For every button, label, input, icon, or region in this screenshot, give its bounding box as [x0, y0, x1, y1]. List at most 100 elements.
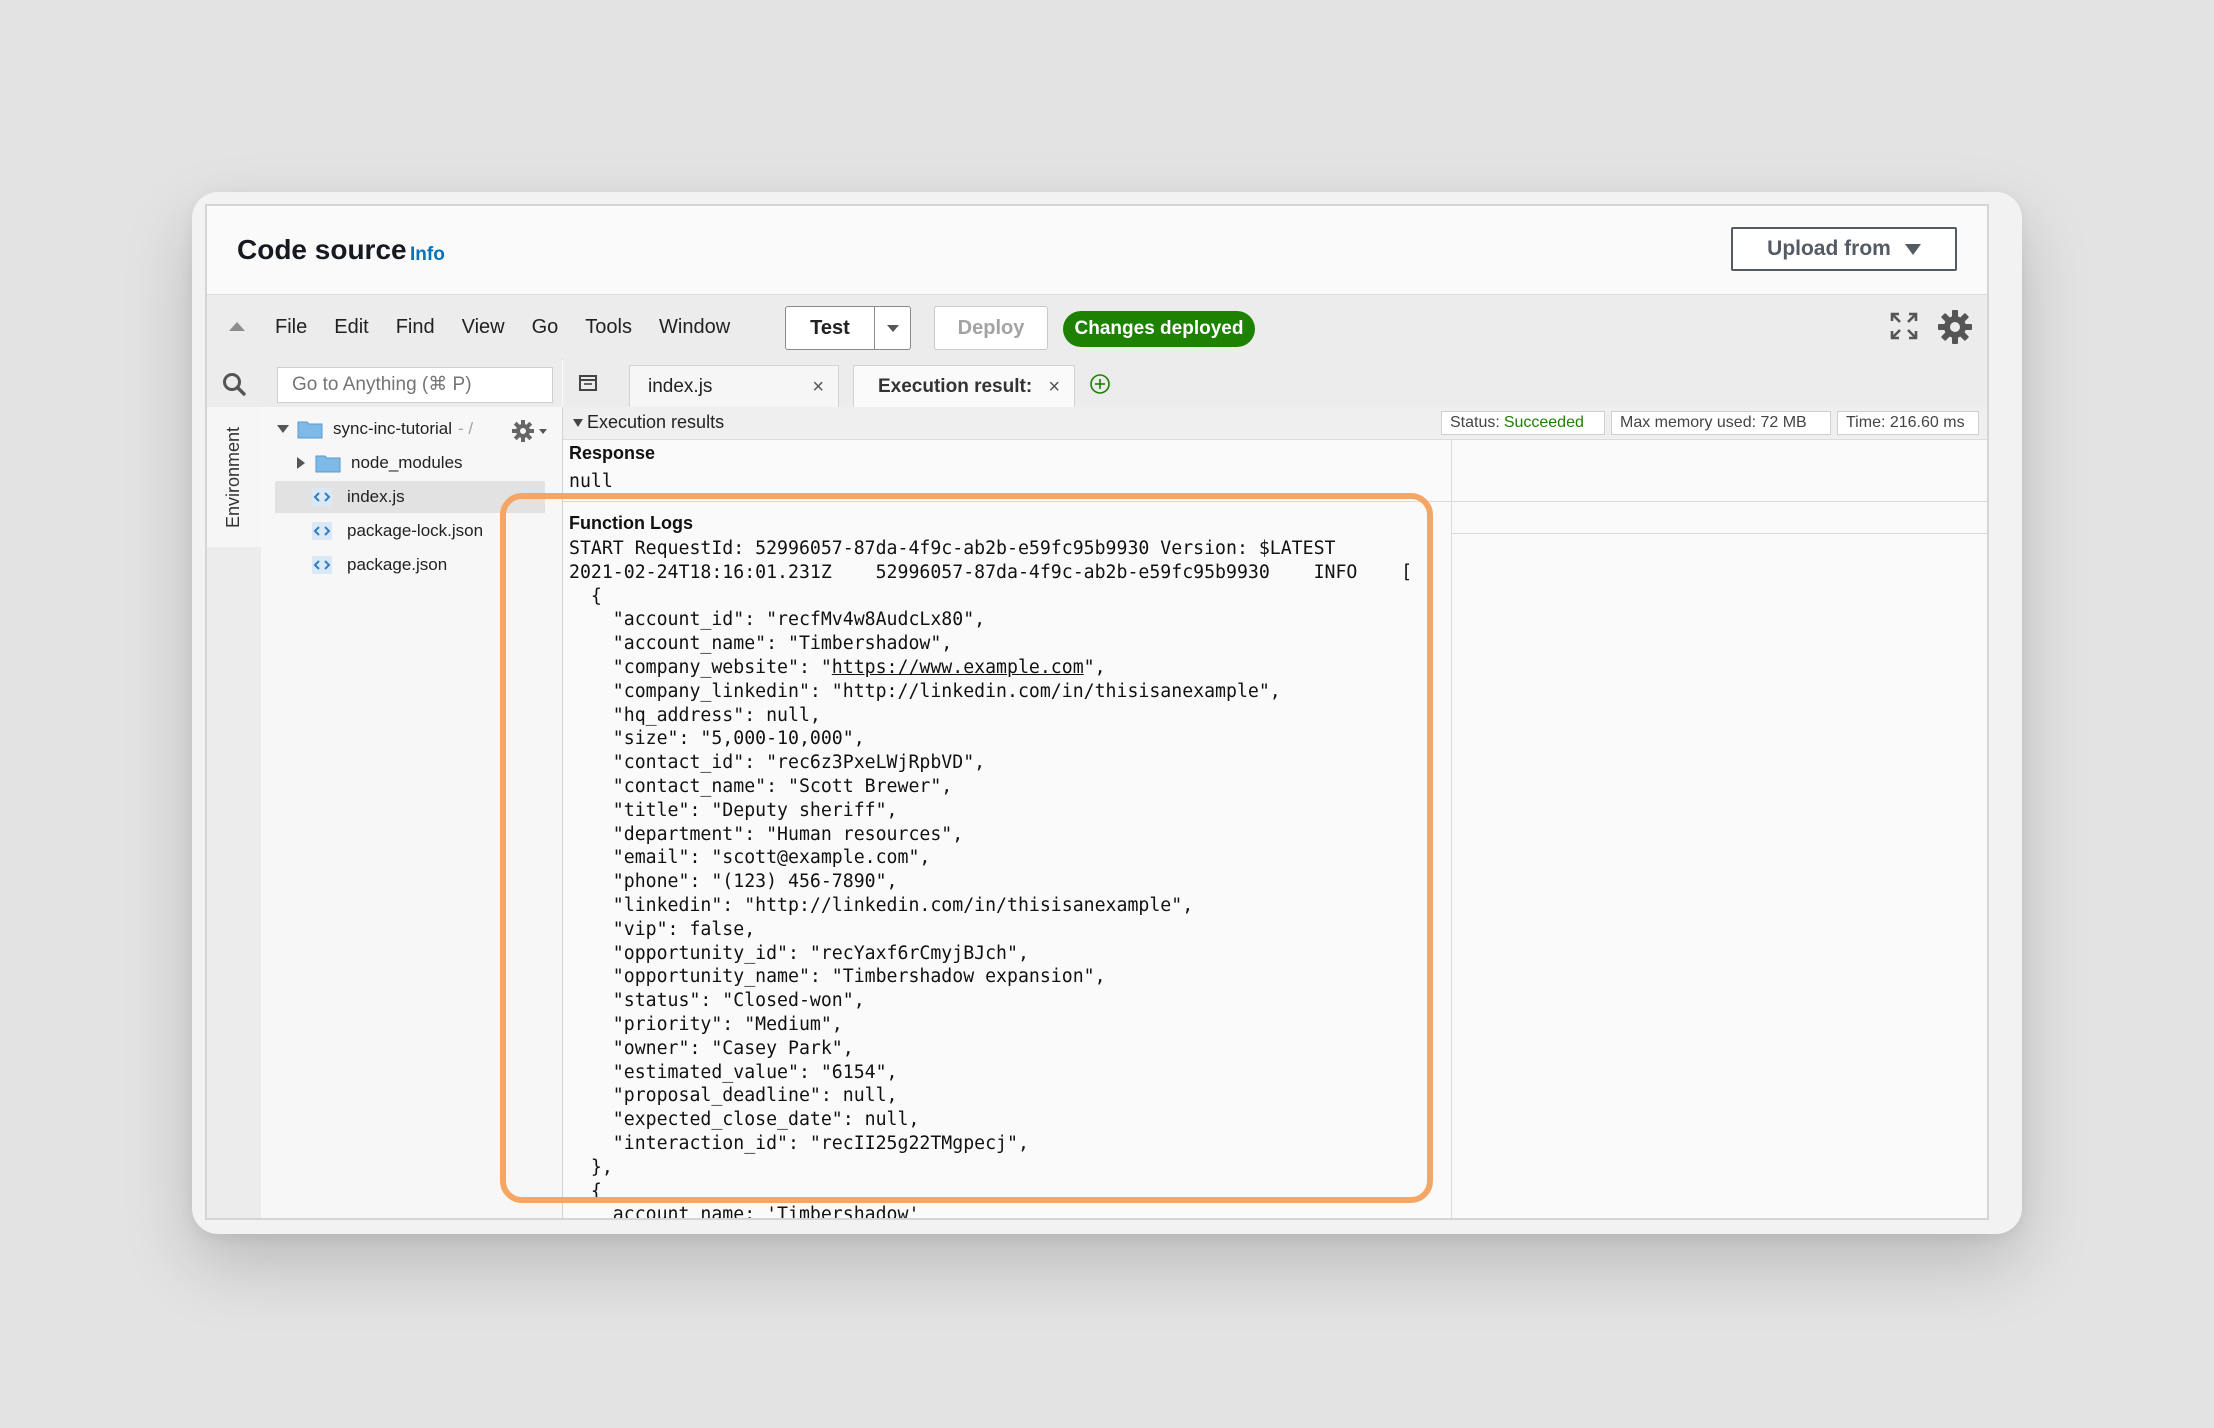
- log-line: "owner": "Casey Park",: [569, 1037, 854, 1059]
- log-line: "proposal_deadline": null,: [569, 1085, 898, 1107]
- root-folder-label: sync-inc-tutorial: [333, 419, 453, 438]
- status-label: Status:: [1450, 414, 1500, 431]
- log-line: "account_name": "Timbershadow",: [569, 633, 953, 655]
- menu-window[interactable]: Window: [659, 316, 730, 339]
- tree-item-index-js[interactable]: index.js: [275, 481, 545, 513]
- log-line: "department": "Human resources",: [569, 823, 964, 845]
- add-tab-icon[interactable]: [1089, 373, 1111, 395]
- menu-go[interactable]: Go: [532, 316, 559, 339]
- tree-item-node-modules[interactable]: node_modules: [297, 447, 463, 479]
- upload-from-button[interactable]: Upload from: [1731, 227, 1957, 271]
- chevron-down-icon: [886, 324, 899, 332]
- json-file-icon: [312, 556, 332, 574]
- tree-item-package-json[interactable]: package.json: [311, 549, 447, 581]
- log-line: "interaction_id": "recII25g22TMgpecj",: [569, 1132, 1029, 1154]
- menu-view[interactable]: View: [462, 316, 505, 339]
- test-button[interactable]: Test: [785, 306, 875, 350]
- log-line: START RequestId: 52996057-87da-4f9c-ab2b…: [569, 538, 1336, 559]
- deploy-button[interactable]: Deploy: [934, 306, 1048, 350]
- collapse-caret-icon[interactable]: [573, 419, 583, 427]
- log-line: "account_id": "recfMv4w8AudcLx80",: [569, 609, 986, 631]
- log-line: "phone": "(123) 456-7890",: [569, 871, 898, 893]
- tree-settings-gear-icon[interactable]: [511, 419, 535, 443]
- panel-header: Code source Info Upload from: [207, 206, 1987, 294]
- collapse-icon[interactable]: [229, 322, 245, 331]
- divider: [1451, 533, 1987, 534]
- log-line: "company_linkedin": "http://linkedin.com…: [569, 680, 1281, 702]
- tab-index-js[interactable]: index.js ×: [629, 365, 839, 407]
- time-stat: Time: 216.60 ms: [1837, 411, 1979, 435]
- execution-results-pane: Execution results Status: Succeeded Max …: [563, 407, 1987, 1218]
- folder-icon: [297, 421, 323, 439]
- caret-down-icon: [1904, 243, 1921, 255]
- log-line: "priority": "Medium",: [569, 1013, 843, 1035]
- tab-execution-results[interactable]: Execution result: ×: [853, 365, 1075, 407]
- column-divider: [1451, 439, 1452, 1218]
- tree-item-label: index.js: [347, 487, 405, 506]
- tree-item-label: package.json: [347, 555, 448, 574]
- close-icon[interactable]: ×: [1048, 376, 1060, 399]
- divider: [563, 501, 1987, 502]
- status-stat: Status: Succeeded: [1441, 411, 1605, 435]
- tree-settings-caret-icon[interactable]: [539, 429, 547, 434]
- log-line: "email": "scott@example.com",: [569, 847, 931, 869]
- tree-root-folder[interactable]: sync-inc-tutorial - /: [277, 413, 473, 445]
- info-link[interactable]: Info: [410, 244, 445, 266]
- environment-strip: Environment: [207, 407, 262, 1218]
- page-title: Code source: [237, 234, 407, 265]
- goto-search-row: [207, 359, 562, 407]
- function-logs-label: Function Logs: [569, 513, 693, 533]
- test-dropdown-button[interactable]: [875, 306, 911, 350]
- fullscreen-icon[interactable]: [1889, 311, 1919, 341]
- settings-gear-icon[interactable]: [1935, 307, 1975, 347]
- tab-label: Execution result:: [878, 375, 1033, 397]
- editor-tab-bar: index.js × Execution result: ×: [563, 359, 1987, 408]
- json-file-icon: [312, 522, 332, 540]
- log-line: 2021-02-24T18:16:01.231Z 52996057-87da-4…: [569, 561, 1413, 583]
- log-line: "expected_close_date": null,: [569, 1109, 920, 1131]
- log-line: "vip": false,: [569, 918, 756, 940]
- menu-find[interactable]: Find: [396, 316, 435, 339]
- log-line: "opportunity_id": "recYaxf6rCmyjBJch",: [569, 942, 1029, 964]
- tab-label: index.js: [648, 375, 713, 397]
- tab-list-icon[interactable]: [577, 373, 599, 393]
- menu-edit[interactable]: Edit: [334, 316, 368, 339]
- tree-item-label: package-lock.json: [347, 521, 484, 540]
- expand-arrow-icon: [277, 425, 289, 433]
- tree-item-label: node_modules: [351, 453, 463, 472]
- log-line: "company_website": "https://www.example.…: [569, 656, 1106, 678]
- log-line: "status": "Closed-won",: [569, 990, 865, 1012]
- log-line: },: [569, 1156, 613, 1178]
- js-file-icon: [312, 488, 332, 506]
- log-line: "size": "5,000-10,000",: [569, 728, 865, 750]
- company-website-link[interactable]: https://www.example.com: [832, 657, 1084, 678]
- response-value: null: [569, 471, 613, 492]
- collapsed-arrow-icon: [297, 457, 305, 469]
- memory-stat: Max memory used: 72 MB: [1611, 411, 1831, 435]
- menu-tools[interactable]: Tools: [585, 316, 632, 339]
- log-line: "opportunity_name": "Timbershadow expans…: [569, 966, 1106, 988]
- file-tree: sync-inc-tutorial - / node_modules index…: [261, 407, 563, 1218]
- folder-icon: [315, 455, 341, 473]
- menu-bar: File Edit Find View Go Tools Window: [275, 295, 730, 359]
- response-label: Response: [569, 443, 656, 463]
- upload-from-label: Upload from: [1767, 237, 1891, 260]
- menu-file[interactable]: File: [275, 316, 307, 339]
- log-line: "estimated_value": "6154",: [569, 1061, 898, 1083]
- environment-label: Environment: [223, 426, 244, 528]
- status-value: Succeeded: [1503, 414, 1584, 431]
- test-button-group: Test: [785, 306, 911, 350]
- search-icon[interactable]: [221, 371, 247, 397]
- tree-item-package-lock-json[interactable]: package-lock.json: [311, 515, 483, 547]
- editor-toolbar: File Edit Find View Go Tools Window Test…: [207, 294, 1987, 360]
- results-header: Execution results Status: Succeeded Max …: [563, 407, 1987, 440]
- log-line: {: [569, 585, 602, 607]
- root-folder-suffix: - /: [458, 419, 474, 438]
- goto-anything-input[interactable]: [277, 367, 553, 403]
- environment-tab[interactable]: Environment: [207, 407, 261, 547]
- results-heading: Execution results: [587, 412, 725, 432]
- log-line: "contact_name": "Scott Brewer",: [569, 775, 953, 797]
- code-source-panel: Code source Info Upload from File Edit F…: [205, 204, 1989, 1220]
- close-icon[interactable]: ×: [812, 376, 824, 399]
- log-line: {: [569, 1180, 602, 1202]
